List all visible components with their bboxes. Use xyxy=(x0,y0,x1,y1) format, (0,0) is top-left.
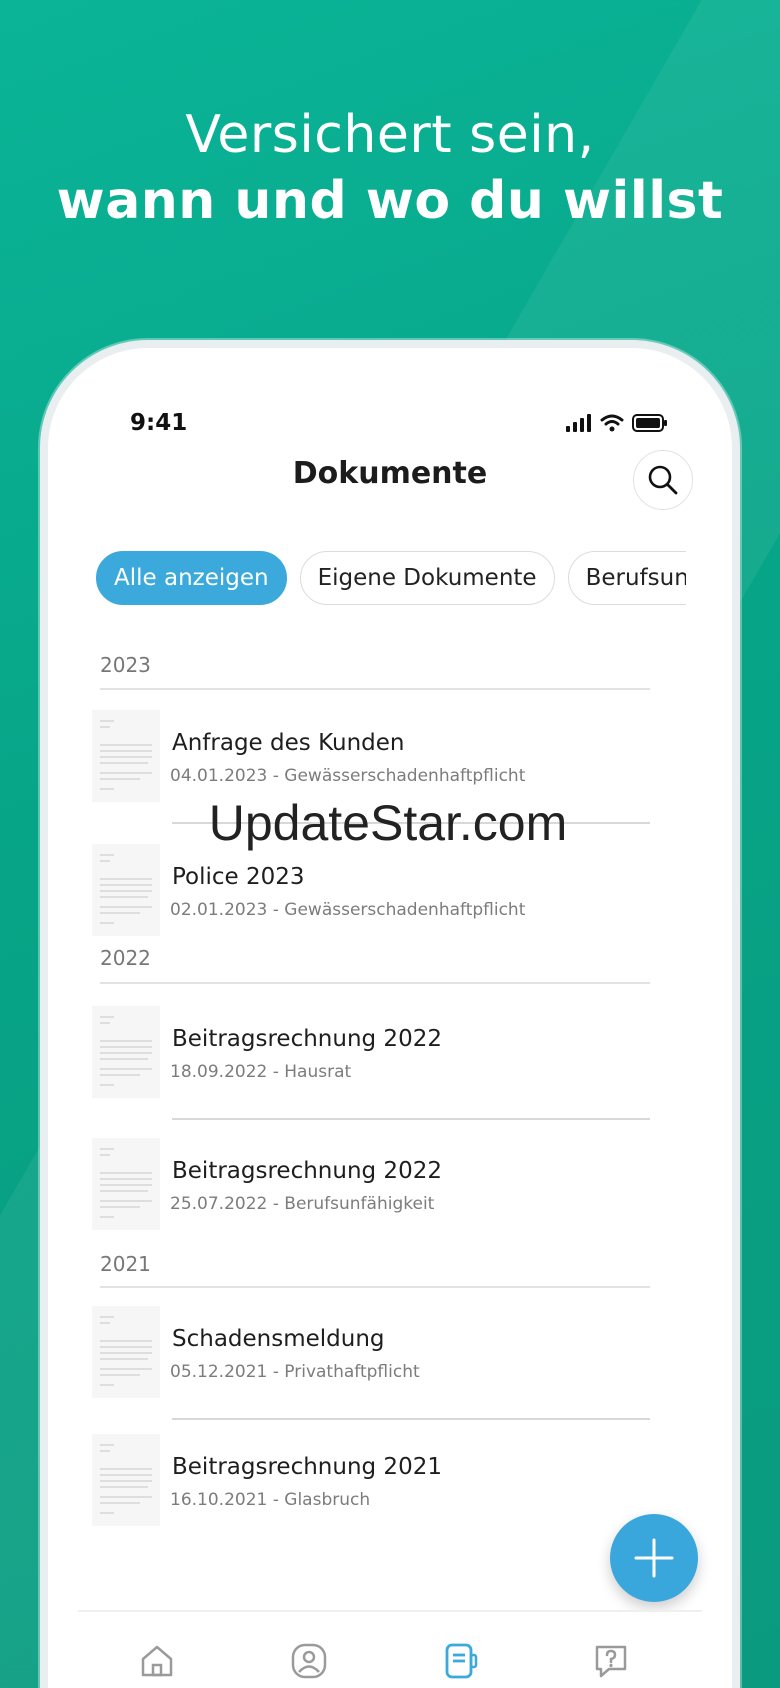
document-thumbnail xyxy=(92,1006,160,1098)
document-subtitle: 04.01.2023 - Gewässerschadenhaftpflicht xyxy=(170,766,526,786)
section-divider xyxy=(100,1286,650,1288)
tab-documents[interactable] xyxy=(436,1636,486,1686)
document-subtitle: 18.09.2022 - Hausrat xyxy=(170,1062,352,1082)
filter-chip-own[interactable]: Eigene Dokumente xyxy=(299,551,555,605)
filter-chip-all[interactable]: Alle anzeigen xyxy=(96,551,287,605)
section-year: 2021 xyxy=(100,1252,151,1276)
list-item[interactable]: Beitragsrechnung 2022 18.09.2022 - Hausr… xyxy=(92,1006,652,1102)
page-title: Dokumente xyxy=(292,456,488,491)
document-thumbnail xyxy=(92,1138,160,1230)
profile-icon xyxy=(291,1643,327,1679)
headline: Versichert sein, wann und wo du willst xyxy=(0,102,780,234)
tab-profile[interactable] xyxy=(284,1636,334,1686)
help-icon xyxy=(595,1645,627,1678)
search-icon xyxy=(648,465,678,495)
list-item[interactable]: Police 2023 02.01.2023 - Gewässerschaden… xyxy=(92,844,652,940)
search-button[interactable] xyxy=(633,450,693,510)
document-thumbnail xyxy=(92,844,160,936)
watermark-text: UpdateStar.com xyxy=(208,795,568,851)
app-screen: 9:41 Dokumente Alle anzeigen Eigene Doku… xyxy=(48,348,732,1688)
list-item[interactable]: Anfrage des Kunden 04.01.2023 - Gewässer… xyxy=(92,710,652,806)
list-item[interactable]: Beitragsrechnung 2022 25.07.2022 - Beruf… xyxy=(92,1138,652,1234)
document-subtitle: 16.10.2021 - Glasbruch xyxy=(170,1490,371,1510)
document-subtitle: 25.07.2022 - Berufsunfähigkeit xyxy=(170,1194,435,1214)
document-thumbnail xyxy=(92,1434,160,1526)
document-title: Schadensmeldung xyxy=(172,1326,385,1352)
home-icon xyxy=(141,1645,173,1677)
documents-icon xyxy=(445,1643,478,1679)
status-bar: 9:41 xyxy=(48,410,732,440)
filter-chips: Alle anzeigenEigene DokumenteBerufsunfäh… xyxy=(96,551,686,607)
tab-help[interactable] xyxy=(586,1636,636,1686)
document-title: Beitragsrechnung 2022 xyxy=(172,1158,442,1184)
list-item[interactable]: Beitragsrechnung 2021 16.10.2021 - Glasb… xyxy=(92,1434,652,1530)
section-divider xyxy=(100,688,650,690)
document-subtitle: 05.12.2021 - Privathaftpflicht xyxy=(170,1362,420,1382)
headline-line2: wann und wo du willst xyxy=(56,171,724,231)
document-thumbnail xyxy=(92,710,160,802)
headline-line1: Versichert sein, xyxy=(185,105,595,165)
document-subtitle: 02.01.2023 - Gewässerschadenhaftpflicht xyxy=(170,900,526,920)
wifi-icon xyxy=(600,414,624,432)
status-time: 9:41 xyxy=(130,410,188,436)
section-year: 2023 xyxy=(100,653,151,677)
document-title: Police 2023 xyxy=(172,864,305,890)
item-divider xyxy=(172,1118,650,1120)
filter-chip-bu[interactable]: Berufsunfähigkeit xyxy=(567,551,686,605)
plus-icon xyxy=(634,1538,674,1578)
document-title: Anfrage des Kunden xyxy=(172,730,405,756)
section-divider xyxy=(100,982,650,984)
document-title: Beitragsrechnung 2021 xyxy=(172,1454,442,1480)
status-icons xyxy=(566,414,668,432)
list-item[interactable]: Schadensmeldung 05.12.2021 - Privathaftp… xyxy=(92,1306,652,1402)
document-thumbnail xyxy=(92,1306,160,1398)
signal-icon xyxy=(566,414,591,432)
battery-icon xyxy=(632,414,667,432)
document-title: Beitragsrechnung 2022 xyxy=(172,1026,442,1052)
item-divider xyxy=(172,1418,650,1420)
tab-bar xyxy=(78,1610,702,1688)
tab-home[interactable] xyxy=(132,1636,182,1686)
phone-frame: 9:41 Dokumente Alle anzeigen Eigene Doku… xyxy=(40,340,740,1688)
add-document-button[interactable] xyxy=(610,1514,698,1602)
section-year: 2022 xyxy=(100,946,151,970)
